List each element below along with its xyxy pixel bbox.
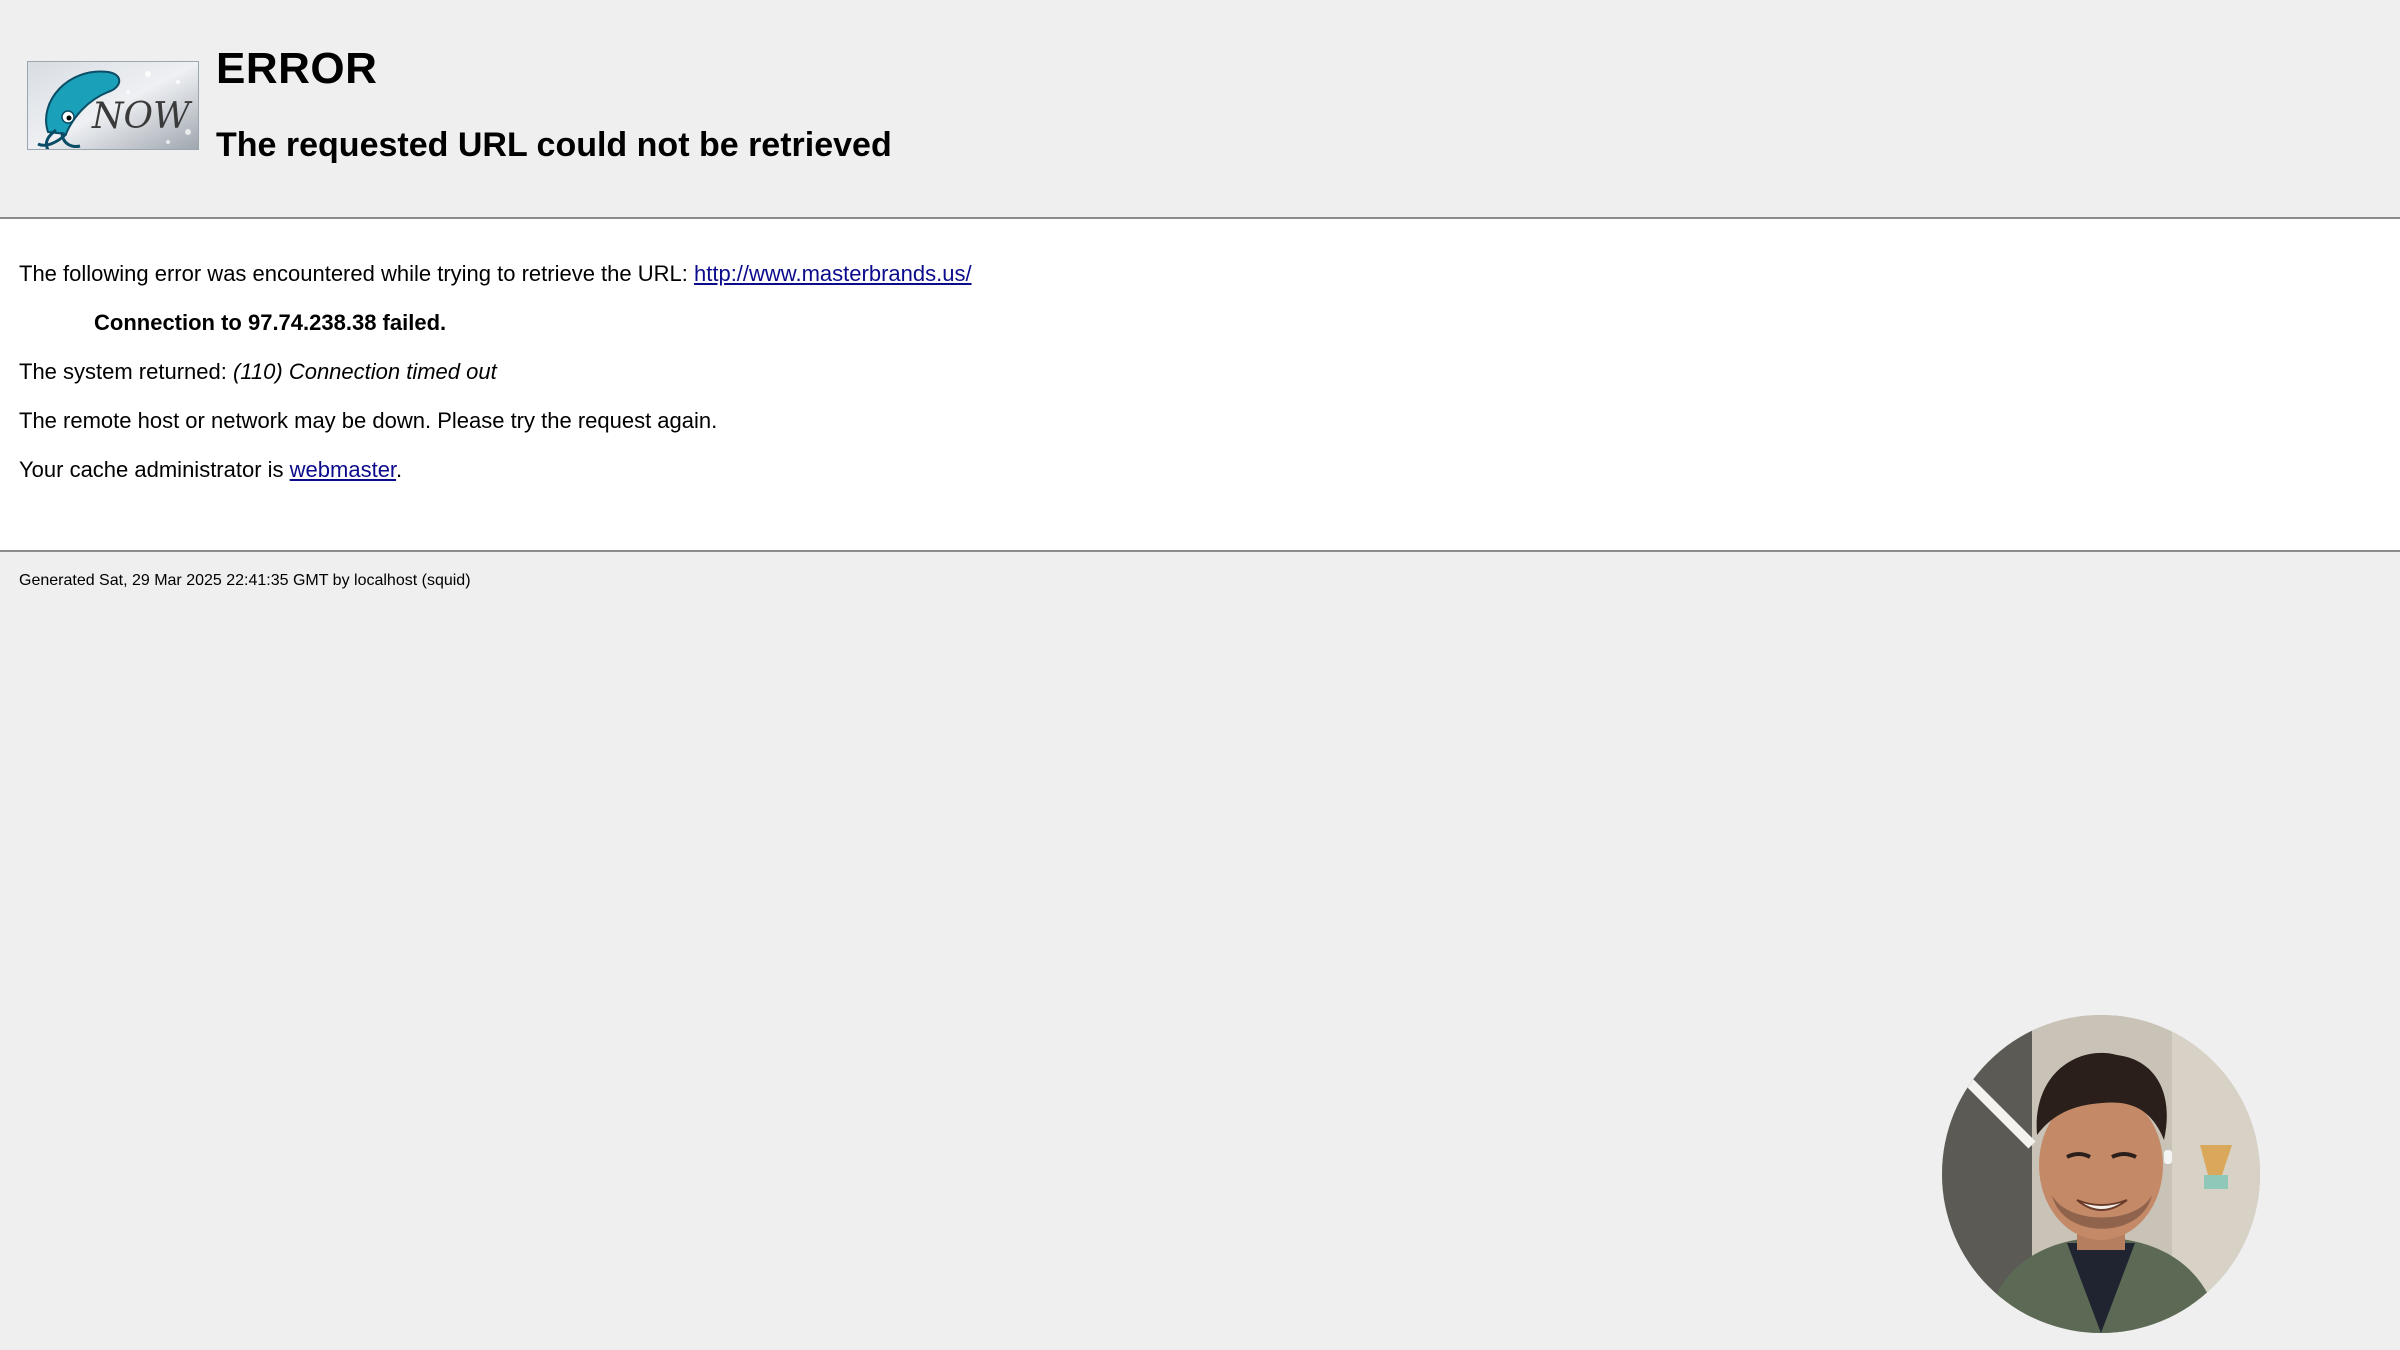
remote-host-message: The remote host or network may be down. …	[19, 408, 718, 433]
page-subtitle: The requested URL could not be retrieved	[216, 126, 892, 164]
system-returned: The system returned: (110) Connection ti…	[19, 359, 497, 385]
squid-now-logo-icon: NOW	[27, 61, 199, 150]
svg-text:NOW: NOW	[91, 96, 193, 137]
cache-admin: Your cache administrator is webmaster.	[19, 457, 402, 483]
requested-url-link[interactable]: http://www.masterbrands.us/	[694, 261, 972, 286]
error-header: NOW ERROR The requested URL could not be…	[0, 0, 2400, 219]
connection-failed-message: Connection to 97.74.238.38 failed.	[94, 310, 447, 335]
error-intro-text: The following error was encountered whil…	[19, 261, 694, 286]
error-intro: The following error was encountered whil…	[19, 261, 972, 287]
page-title: ERROR	[216, 44, 378, 93]
system-returned-label: The system returned:	[19, 359, 233, 384]
webmaster-link[interactable]: webmaster	[290, 457, 396, 482]
generated-footer: Generated Sat, 29 Mar 2025 22:41:35 GMT …	[19, 572, 471, 589]
cache-admin-suffix: .	[396, 457, 403, 482]
error-details: The following error was encountered whil…	[0, 219, 2400, 552]
system-returned-value: (110) Connection timed out	[232, 359, 497, 384]
squid-error-page: NOW ERROR The requested URL could not be…	[0, 0, 2400, 1350]
cache-admin-text: Your cache administrator is	[19, 457, 290, 482]
presenter-webcam-icon	[1942, 1015, 2260, 1333]
